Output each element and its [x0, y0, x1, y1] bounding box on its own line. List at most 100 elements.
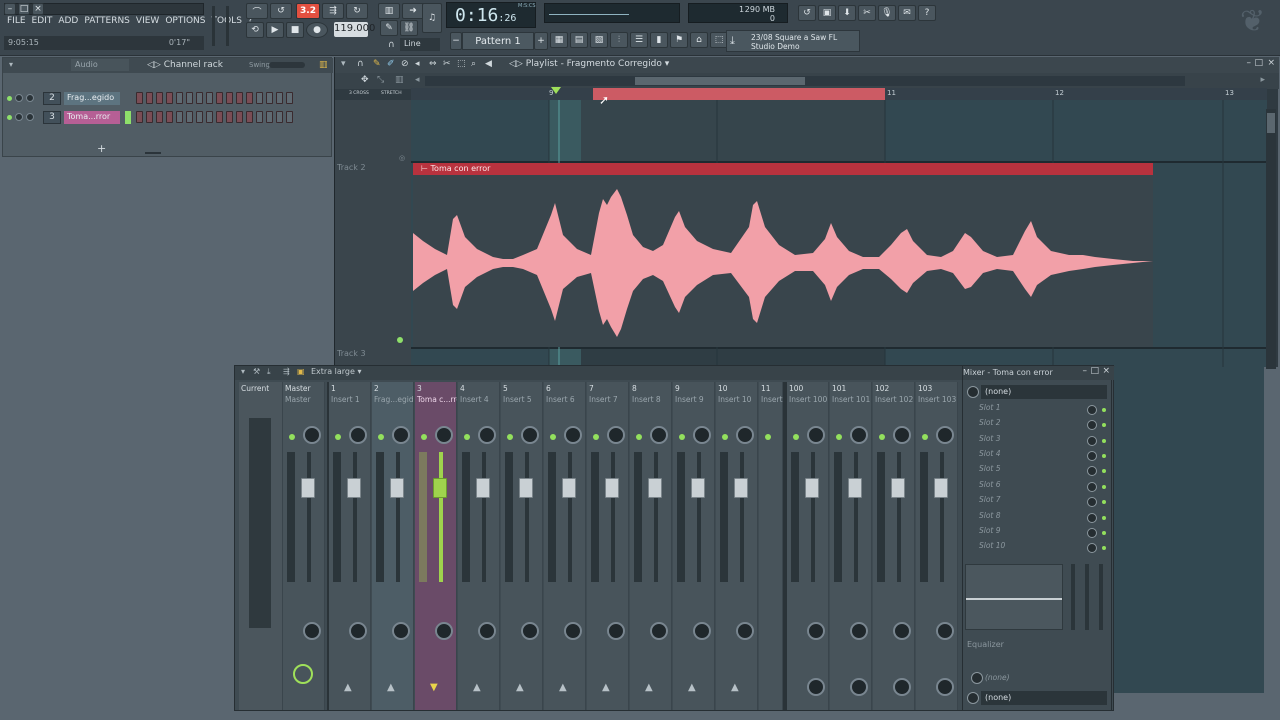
audio-clip-body[interactable]: [413, 175, 1153, 347]
strip-enable-led[interactable]: [679, 434, 685, 440]
audio-output-select[interactable]: (none): [981, 691, 1107, 705]
slot-led[interactable]: [1102, 500, 1106, 504]
step-4[interactable]: [166, 111, 173, 123]
metronome-icon[interactable]: ⌒: [246, 3, 268, 19]
effect-slot-9[interactable]: Slot 9: [967, 526, 1107, 541]
send-knob[interactable]: [936, 678, 954, 696]
stereo-separation-knob[interactable]: [893, 622, 911, 640]
step-6[interactable]: [186, 92, 193, 104]
channel-name-button[interactable]: Frag...egido: [64, 91, 120, 105]
route-arrow-icon[interactable]: ▲: [473, 682, 481, 693]
snap-label[interactable]: 3 CROSS: [349, 91, 369, 96]
route-arrow-icon[interactable]: ▲: [645, 682, 653, 693]
volume-fader-handle[interactable]: [848, 478, 862, 498]
send-knob[interactable]: [850, 678, 868, 696]
microphone-icon[interactable]: 🎙: [878, 5, 896, 21]
undo-icon[interactable]: ↺: [798, 5, 816, 21]
slot-led[interactable]: [1102, 546, 1106, 550]
channel-mute-led[interactable]: [7, 95, 12, 101]
mixer-strip-insert-3[interactable]: 3 Toma c...rror ▼: [415, 382, 457, 710]
pan-knob[interactable]: [521, 426, 539, 444]
route-arrow-icon[interactable]: ▼: [430, 682, 438, 693]
mixer-window-icon[interactable]: ⫶: [610, 32, 628, 48]
volume-fader-track[interactable]: [740, 452, 744, 582]
effect-slot-6[interactable]: Slot 6: [967, 480, 1107, 495]
route-arrow-icon[interactable]: ▲: [387, 682, 395, 693]
volume-fader-track[interactable]: [940, 452, 944, 582]
strip-enable-led[interactable]: [879, 434, 885, 440]
route-arrow-icon[interactable]: ▲: [731, 682, 739, 693]
touch-controller-icon[interactable]: ⌂: [690, 32, 708, 48]
step-15[interactable]: [276, 92, 283, 104]
step-16[interactable]: [286, 92, 293, 104]
strip-enable-led[interactable]: [793, 434, 799, 440]
slot-mix-knob[interactable]: [1087, 482, 1097, 492]
step-14[interactable]: [266, 111, 273, 123]
master-pitch-slider[interactable]: [226, 6, 229, 46]
menu-options[interactable]: OPTIONS: [162, 16, 208, 26]
master-volume-slider[interactable]: [212, 6, 215, 46]
pattern-prev-icon[interactable]: −: [450, 32, 462, 50]
maximize-icon[interactable]: □: [18, 3, 30, 15]
slot-mix-knob[interactable]: [1087, 451, 1097, 461]
typing-keyboard-icon[interactable]: ♫: [422, 3, 442, 33]
step-8[interactable]: [206, 111, 213, 123]
strip-enable-led[interactable]: [550, 434, 556, 440]
link-icon[interactable]: ⛓: [400, 20, 418, 36]
playback-tool-icon[interactable]: ◀: [485, 59, 492, 69]
pattern-add-icon[interactable]: +: [534, 32, 548, 50]
pan-knob[interactable]: [349, 426, 367, 444]
strip-enable-led[interactable]: [289, 434, 295, 440]
horizontal-scrollbar[interactable]: [425, 76, 1185, 86]
stereo-separation-knob[interactable]: [936, 622, 954, 640]
slot-mix-knob[interactable]: [1087, 466, 1097, 476]
panel-minimize-icon[interactable]: –: [1083, 366, 1088, 376]
step-1[interactable]: [136, 92, 143, 104]
stereo-separation-knob[interactable]: [392, 622, 410, 640]
piano-roll-icon[interactable]: ▥: [378, 3, 400, 19]
step-3[interactable]: [156, 111, 163, 123]
step-5[interactable]: [176, 92, 183, 104]
draw-tool-icon[interactable]: ✎: [373, 59, 381, 69]
window-maximize-icon[interactable]: □: [1254, 58, 1263, 68]
scroll-right-icon[interactable]: ▸: [1260, 75, 1265, 85]
help-icon[interactable]: ?: [918, 5, 936, 21]
mixer-strip-insert-103[interactable]: 103 Insert 103: [916, 382, 958, 710]
browser-window-icon[interactable]: ☰: [630, 32, 648, 48]
select-tool-icon[interactable]: ⬚: [457, 59, 466, 69]
volume-fader-track[interactable]: [568, 452, 572, 582]
strip-enable-led[interactable]: [922, 434, 928, 440]
minimize-icon[interactable]: –: [4, 3, 16, 15]
paint-tool-icon[interactable]: ✐: [387, 59, 395, 69]
slot-mix-knob[interactable]: [1087, 543, 1097, 553]
mixer-strip-insert-101[interactable]: 101 Insert 101: [830, 382, 872, 710]
slot-led[interactable]: [1102, 516, 1106, 520]
slot-led[interactable]: [1102, 454, 1106, 458]
strip-enable-led[interactable]: [378, 434, 384, 440]
pan-knob[interactable]: [850, 426, 868, 444]
eq-band-slider-3[interactable]: [1099, 564, 1103, 630]
volume-fader-handle[interactable]: [605, 478, 619, 498]
output-select-knob[interactable]: [967, 692, 979, 704]
volume-fader-track[interactable]: [396, 452, 400, 582]
menu-arrow-icon[interactable]: ▾: [241, 367, 245, 376]
step-13[interactable]: [256, 111, 263, 123]
send-knob[interactable]: [893, 678, 911, 696]
mixer-strip-insert-9[interactable]: 9 Insert 9 ▲: [673, 382, 715, 710]
mixer-strip-insert-10[interactable]: 10 Insert 10 ▲: [716, 382, 758, 710]
step-12[interactable]: [246, 92, 253, 104]
mixer-tools-icon[interactable]: ⚒: [253, 367, 260, 376]
channel-mute-led[interactable]: [7, 114, 12, 120]
channel-row-1[interactable]: 2 Frag...egido: [7, 90, 293, 106]
swing-slider[interactable]: [269, 62, 305, 68]
stop-button[interactable]: ■: [286, 22, 304, 38]
menu-arrow-icon[interactable]: ▾: [341, 59, 346, 69]
track-label-3[interactable]: Track 3: [337, 349, 409, 358]
mixer-strip-insert-5[interactable]: 5 Insert 5 ▲: [501, 382, 543, 710]
render-icon[interactable]: ⬇: [838, 5, 856, 21]
pan-knob[interactable]: [435, 426, 453, 444]
volume-fader-track[interactable]: [654, 452, 658, 582]
menu-add[interactable]: ADD: [55, 16, 81, 26]
strip-enable-led[interactable]: [722, 434, 728, 440]
slot-led[interactable]: [1102, 469, 1106, 473]
